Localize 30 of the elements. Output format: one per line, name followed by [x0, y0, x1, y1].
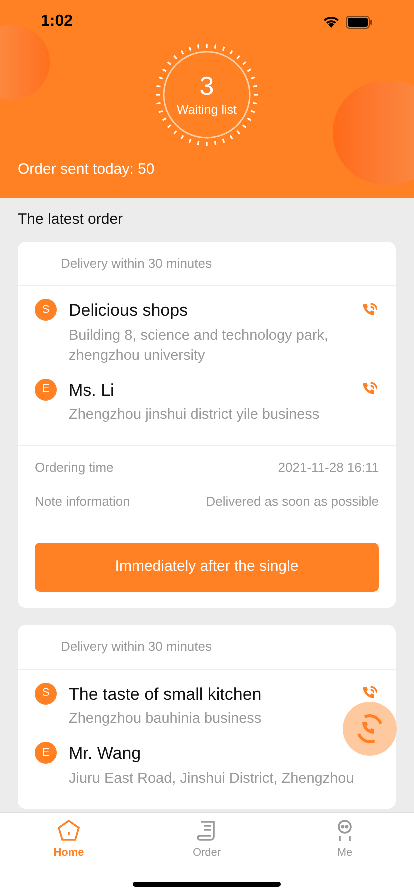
- stop-badge: E: [35, 742, 57, 764]
- delivery-time: Delivery within 30 minutes: [60, 254, 214, 273]
- home-icon: [57, 819, 81, 843]
- delivery-time: Delivery within 30 minutes: [60, 638, 214, 656]
- battery-icon: [346, 16, 373, 28]
- stop-name: The taste of small kitchen: [69, 684, 262, 706]
- section-title: The latest order: [17, 210, 124, 230]
- sent-today: Order sent today: 50: [17, 160, 156, 180]
- detail-label: Ordering time: [35, 459, 114, 477]
- stop-badge: E: [35, 378, 57, 400]
- tab-item[interactable]: Me: [305, 819, 385, 862]
- stop-address: Zhengzhou bauhinia business: [69, 710, 263, 729]
- stop-address: Jiuru East Road, Jinshui District, Zhengzhou: [69, 770, 356, 788]
- status-time: 1:02: [41, 12, 74, 32]
- accept-order-button[interactable]: Immediately after the single: [35, 543, 379, 592]
- stop-address: Zhengzhou jinshui district yile business: [69, 406, 321, 425]
- stop-badge: S: [35, 299, 57, 321]
- stop-name: Ms. Li: [69, 380, 114, 402]
- stop-badge: S: [35, 682, 57, 704]
- tab-item[interactable]: Home: [29, 819, 109, 862]
- detail-label: Note information: [35, 492, 130, 510]
- stop-name: Mr. Wang: [69, 743, 142, 765]
- detail-value: Delivered as soon as possible: [206, 492, 379, 511]
- detail-value: 2021-11-28 16:11: [278, 459, 379, 477]
- stop-address: Building 8, science and technology park, zhengzhou university: [69, 326, 330, 366]
- waiting-count: 3: [200, 70, 214, 101]
- wifi-icon: [323, 16, 340, 28]
- tab-item[interactable]: Order: [167, 819, 247, 862]
- stop-name: Delicious shops: [69, 300, 188, 322]
- waiting-label: Waiting list: [177, 102, 237, 119]
